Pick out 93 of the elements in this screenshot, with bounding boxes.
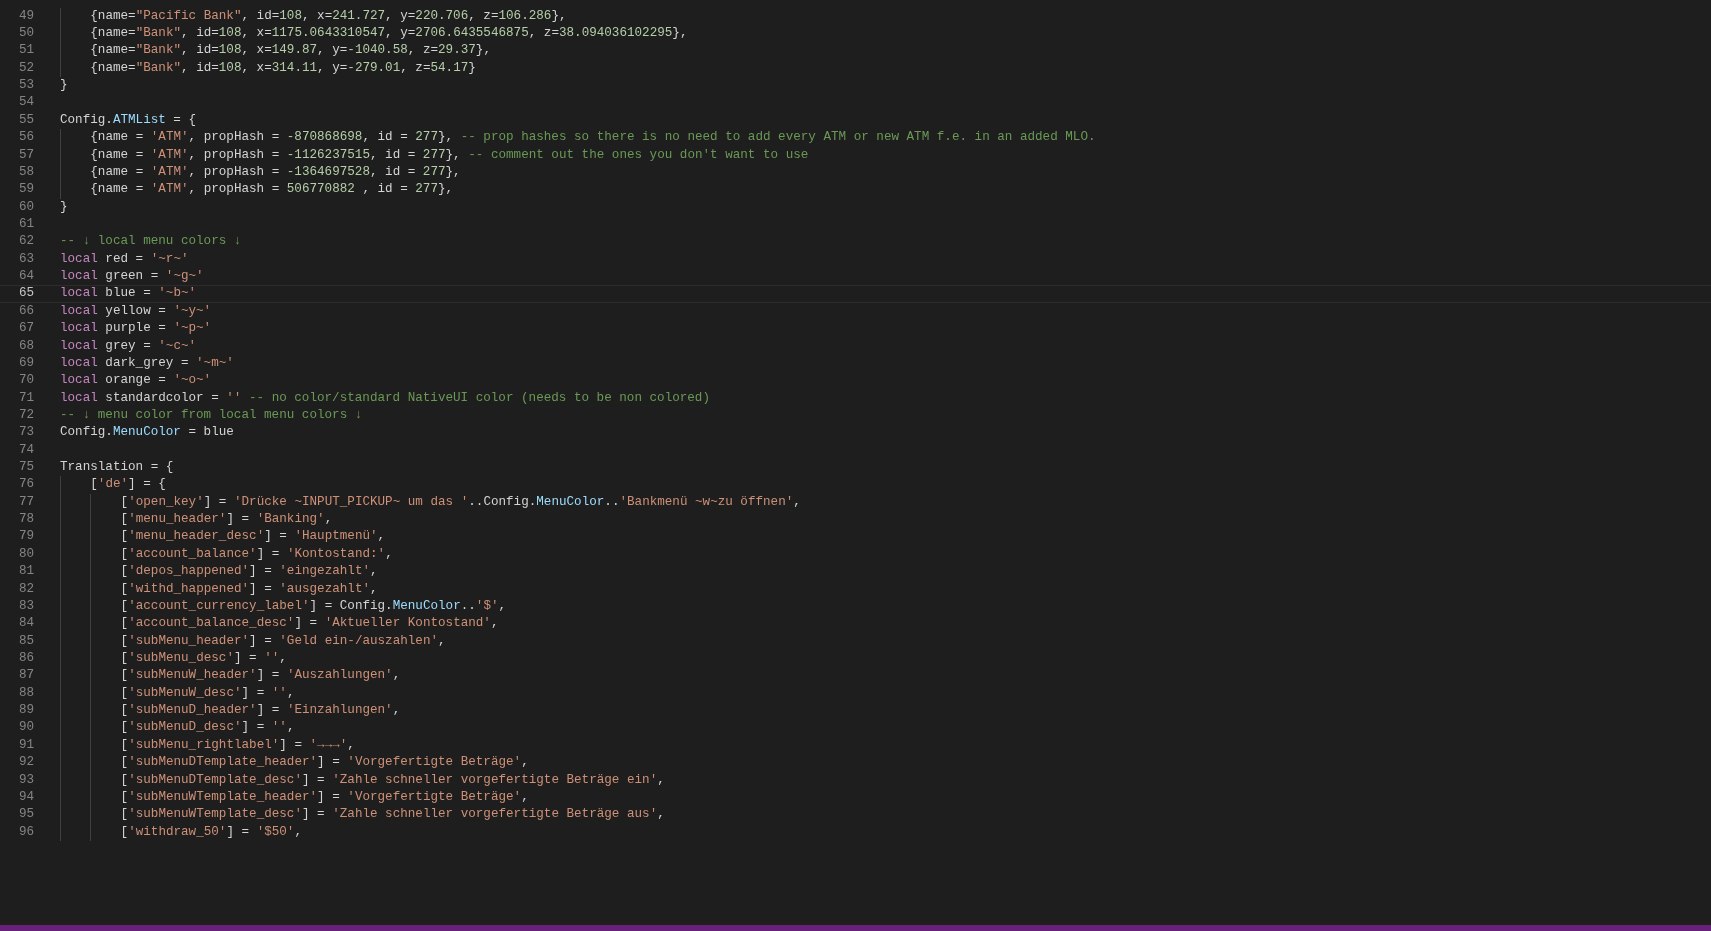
code-line: ['subMenuD_desc'] = '',	[120, 719, 295, 737]
line-number: 63	[17, 250, 34, 268]
code-line: {name = 'ATM', propHash = 506770882 , id = 277},	[90, 181, 454, 199]
line-number: 91	[17, 736, 34, 754]
line-number: 89	[17, 702, 34, 720]
line-number: 61	[17, 216, 34, 233]
line-number: 68	[17, 337, 34, 355]
code-line: }	[60, 77, 68, 95]
line-number: 60	[17, 198, 34, 216]
line-number: 56	[17, 129, 34, 147]
line-number: 67	[17, 320, 34, 338]
code-line: ['account_currency_label'] = Config.MenuColor..'$',	[120, 597, 507, 615]
code-line: {name="Bank", id=108, x=314.11, y=-279.01, z=54.17}	[90, 59, 476, 77]
code-line: Translation = {	[60, 459, 174, 477]
line-number: 77	[17, 493, 34, 511]
code-line: local grey = '~c~'	[60, 337, 197, 355]
line-number: 76	[17, 476, 34, 494]
code-line: {name="Bank", id=108, x=1175.0643310547, y=2706.6435546875, z=38.094036102295},	[90, 25, 688, 43]
line-number: 74	[17, 441, 34, 459]
code-line: ['withdraw_50'] = '$50',	[120, 823, 302, 841]
code-line: ['subMenuDTemplate_desc'] = 'Zahle schneller vorgefertigte Beträge ein',	[120, 771, 665, 789]
code-line: -- ↓ local menu colors ↓	[60, 233, 242, 251]
line-number: 88	[17, 684, 34, 702]
code-line: local blue = '~b~'	[60, 285, 197, 303]
code-line: local yellow = '~y~'	[60, 302, 212, 320]
line-number: 62	[17, 233, 34, 251]
line-number: 92	[17, 754, 34, 772]
code-line: ['account_balance'] = 'Kontostand:',	[120, 545, 393, 563]
code-line: local standardcolor = '' -- no color/standard NativeUI color (needs to be non colored)	[60, 389, 710, 407]
code-line: ['account_balance_desc'] = 'Aktueller Kontostand',	[120, 615, 499, 633]
code-line: ['depos_happened'] = 'eingezahlt',	[120, 563, 378, 581]
code-line: {name = 'ATM', propHash = -1364697528, id = 277},	[90, 163, 461, 181]
code-line: }	[60, 198, 68, 216]
code-line: {name = 'ATM', propHash = -870868698, id = 277}, -- prop hashes so there is no need to add every ATM or new ATM f.e. in an added MLO.	[90, 129, 1096, 147]
line-number: 93	[17, 771, 34, 789]
line-number: 69	[17, 354, 34, 372]
code-line: ['subMenuWTemplate_desc'] = 'Zahle schneller vorgefertigte Beträge aus',	[120, 806, 665, 824]
code-line: local red = '~r~'	[60, 250, 189, 268]
line-number: 53	[17, 77, 34, 95]
line-number: 86	[17, 650, 34, 667]
line-number: 49	[17, 7, 34, 25]
code-line: local purple = '~p~'	[60, 320, 212, 338]
code-line: ['subMenuW_desc'] = '',	[120, 684, 295, 702]
line-number: 71	[17, 389, 34, 407]
line-number: 84	[17, 615, 34, 633]
line-number: 82	[17, 580, 34, 598]
line-number: 95	[17, 806, 34, 824]
line-number: 81	[17, 563, 34, 581]
line-number: 58	[17, 163, 34, 181]
line-number: 57	[17, 146, 34, 164]
line-number: 52	[17, 59, 34, 77]
line-number: 51	[17, 42, 34, 60]
line-number: 54	[17, 94, 34, 112]
line-number: 70	[17, 372, 34, 390]
code-line: ['subMenu_rightlabel'] = '→→→',	[120, 736, 355, 754]
code-line: {name="Bank", id=108, x=149.87, y=-1040.58, z=29.37},	[90, 42, 491, 60]
line-number: 59	[17, 181, 34, 199]
code-line: ['de'] = {	[90, 476, 166, 494]
line-number: 73	[17, 424, 34, 442]
code-line: local dark_grey = '~m~'	[60, 354, 234, 372]
line-number: 66	[17, 302, 34, 320]
line-number: 90	[17, 719, 34, 737]
code-line: local orange = '~o~'	[60, 372, 212, 390]
line-number: 94	[17, 788, 34, 806]
line-number: 87	[17, 667, 34, 685]
code-line: Config.MenuColor = blue	[60, 424, 234, 442]
line-number: 78	[17, 511, 34, 529]
line-number: 79	[17, 528, 34, 546]
code-line: ['subMenuWTemplate_header'] = 'Vorgefertigte Beträge',	[120, 788, 529, 806]
line-number: 75	[17, 459, 34, 477]
line-number: 83	[17, 597, 34, 615]
code-line: ['subMenu_header'] = 'Geld ein-/auszahlen',	[120, 632, 446, 650]
code-line: {name="Pacific Bank", id=108, x=241.727, y=220.706, z=106.286},	[90, 7, 567, 25]
code-line: {name = 'ATM', propHash = -1126237515, id = 277}, -- comment out the ones you don't want to use	[90, 146, 809, 164]
code-line: ['withd_happened'] = 'ausgezahlt',	[120, 580, 378, 598]
code-line: ['subMenu_desc'] = '',	[120, 650, 287, 667]
code-line: Config.ATMList = {	[60, 111, 197, 129]
line-number: 65	[17, 285, 34, 303]
code-line: ['subMenuDTemplate_header'] = 'Vorgefertigte Beträge',	[120, 754, 529, 772]
code-line: ['open_key'] = 'Drücke ~INPUT_PICKUP~ um das '..Config.MenuColor..'Bankmenü ~w~zu öffnen',	[120, 493, 801, 511]
code-line: local green = '~g~'	[60, 268, 204, 286]
code-line: ['subMenuW_header'] = 'Auszahlungen',	[120, 667, 401, 685]
line-number: 80	[17, 545, 34, 563]
line-number: 55	[17, 111, 34, 129]
line-number: 64	[17, 268, 34, 286]
line-number: 85	[17, 632, 34, 650]
line-number: 72	[17, 406, 34, 424]
line-number: 96	[17, 823, 34, 841]
code-line: ['subMenuD_header'] = 'Einzahlungen',	[120, 702, 401, 720]
code-line: ['menu_header_desc'] = 'Hauptmenü',	[120, 528, 386, 546]
code-line: ['menu_header'] = 'Banking',	[120, 511, 333, 529]
code-line: -- ↓ menu color from local menu colors ↓	[60, 406, 363, 424]
line-number: 50	[17, 25, 34, 43]
